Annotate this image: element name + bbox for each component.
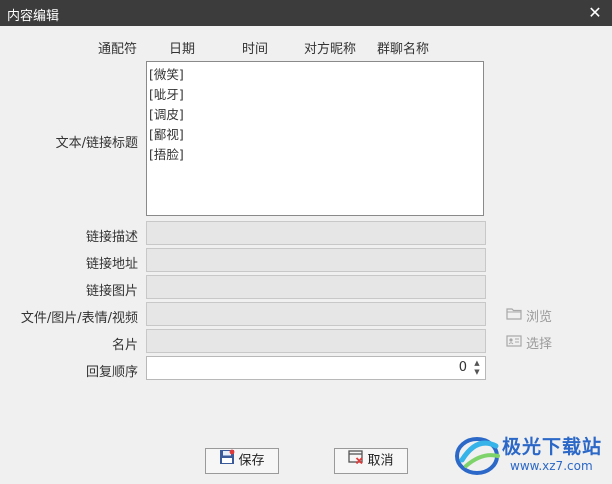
close-icon: ✕ (588, 3, 602, 22)
textarea-line: [呲牙] (149, 87, 184, 102)
card-input[interactable] (146, 329, 486, 353)
cancel-button[interactable]: 取消 (334, 448, 408, 474)
text-link-title-label: 文本/链接标题 (55, 136, 138, 151)
textarea-line: [调皮] (149, 107, 184, 122)
save-button[interactable]: 保存 (205, 448, 279, 474)
title-bar[interactable]: 内容编辑 ✕ (0, 0, 612, 26)
select-label: 选择 (526, 337, 553, 352)
text-link-title-textarea[interactable]: [微笑] [呲牙] [调皮] [鄙视] [捂脸] (146, 61, 484, 216)
close-button[interactable]: ✕ (584, 2, 606, 24)
folder-icon (506, 307, 522, 324)
link-url-label: 链接地址 (85, 257, 138, 272)
textarea-line: [微笑] (149, 67, 184, 82)
save-icon (219, 449, 235, 474)
textarea-line: [捂脸] (149, 147, 184, 162)
browse-label: 浏览 (526, 310, 553, 325)
content-edit-dialog: 内容编辑 ✕ 通配符 日期 时间 对方昵称 群聊名称 文本/链接标题 [微笑] … (0, 0, 612, 484)
cancel-label: 取消 (367, 453, 394, 469)
window-title: 内容编辑 (7, 9, 60, 24)
reply-order-value: 0 (458, 360, 467, 375)
wildcard-group-name[interactable]: 群聊名称 (377, 38, 429, 57)
wildcard-label: 通配符 (98, 42, 138, 57)
card-icon (506, 334, 522, 351)
link-image-label: 链接图片 (85, 284, 138, 299)
save-label: 保存 (238, 453, 265, 469)
cancel-icon (348, 449, 364, 474)
textarea-line: [鄙视] (149, 127, 184, 142)
reply-order-spinner[interactable]: 0 ▲ ▼ (146, 356, 486, 380)
aurora-logo-icon (455, 437, 500, 475)
watermark-title: 极光下载站 (502, 436, 603, 458)
watermark-url: www.xz7.com (510, 459, 593, 473)
link-desc-input[interactable] (146, 221, 486, 245)
spinner-down-icon[interactable]: ▼ (472, 368, 482, 377)
spinner-up-icon[interactable]: ▲ (472, 359, 482, 368)
browse-button[interactable]: 浏览 (506, 306, 553, 325)
link-image-input[interactable] (146, 275, 486, 299)
select-button[interactable]: 选择 (506, 333, 553, 352)
file-input[interactable] (146, 302, 486, 326)
spinner-arrows[interactable]: ▲ ▼ (472, 359, 482, 377)
wildcard-nickname[interactable]: 对方昵称 (304, 38, 356, 57)
link-url-input[interactable] (146, 248, 486, 272)
wildcard-date[interactable]: 日期 (169, 38, 195, 57)
reply-order-label: 回复顺序 (85, 365, 138, 380)
card-label: 名片 (111, 338, 138, 353)
file-label: 文件/图片/表情/视频 (20, 311, 138, 326)
wildcard-time[interactable]: 时间 (242, 38, 268, 57)
watermark: 极光下载站 www.xz7.com (452, 428, 608, 480)
link-desc-label: 链接描述 (85, 230, 138, 245)
